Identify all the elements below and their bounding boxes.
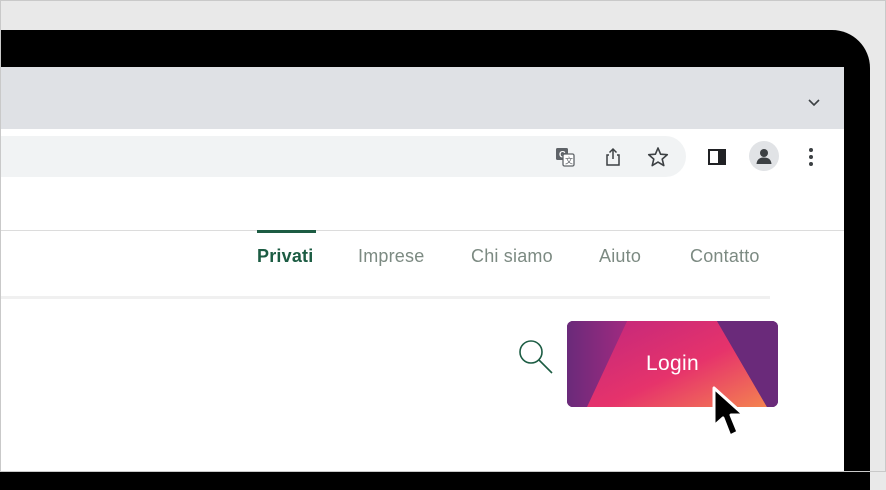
mouse-pointer-icon <box>712 386 746 438</box>
main-navigation: Privati Imprese Chi siamo Aiuto Contatto <box>0 230 770 299</box>
share-icon[interactable] <box>601 145 625 169</box>
nav-item-chi-siamo[interactable]: Chi siamo <box>471 246 553 267</box>
address-bar[interactable] <box>0 136 686 177</box>
browser-toolbar: G 文 <box>0 129 844 184</box>
bookmark-star-icon[interactable] <box>646 145 670 169</box>
chevron-down-icon[interactable] <box>808 97 820 109</box>
more-menu-icon[interactable] <box>799 145 823 169</box>
search-icon[interactable] <box>516 337 556 377</box>
profile-avatar-icon[interactable] <box>749 141 779 171</box>
site-top-bar <box>0 184 844 231</box>
translate-icon[interactable]: G 文 <box>553 145 577 169</box>
nav-item-aiuto[interactable]: Aiuto <box>599 246 641 267</box>
tab-strip <box>0 67 844 129</box>
nav-item-imprese[interactable]: Imprese <box>358 246 424 267</box>
nav-item-contatto[interactable]: Contatto <box>690 246 760 267</box>
svg-text:文: 文 <box>565 156 573 166</box>
side-panel-icon[interactable] <box>705 145 729 169</box>
nav-item-privati[interactable]: Privati <box>257 246 313 267</box>
